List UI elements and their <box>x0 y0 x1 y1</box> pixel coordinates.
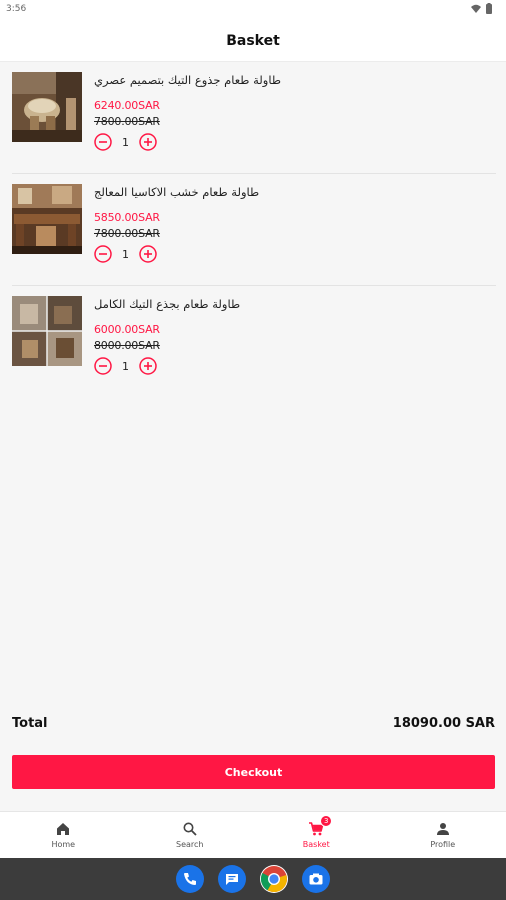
nav-label-home: Home <box>51 840 76 849</box>
product-image[interactable] <box>12 184 82 254</box>
product-name[interactable]: طاولة طعام بجذع التيك الكامل <box>94 297 240 311</box>
page-title: Basket <box>226 32 280 49</box>
total-label: Total <box>12 716 48 731</box>
camera-icon <box>309 873 323 885</box>
quantity-value: 1 <box>122 359 129 373</box>
bottom-nav: Home Search 3 Basket Profile <box>0 811 506 858</box>
minus-icon[interactable] <box>94 245 112 263</box>
product-name[interactable]: طاولة طعام جذوع التيك بتصميم عصري <box>94 73 281 87</box>
basket-item: طاولة طعام جذوع التيك بتصميم عصري 6240.0… <box>0 62 506 174</box>
quantity-value: 1 <box>122 135 129 149</box>
status-bar: 3:56 <box>0 0 506 20</box>
app-bar: Basket <box>0 20 506 62</box>
minus-icon[interactable] <box>94 133 112 151</box>
cart-count-badge: 3 <box>320 815 333 827</box>
product-image[interactable] <box>12 72 82 142</box>
basket-item-list: طاولة طعام جذوع التيك بتصميم عصري 6240.0… <box>0 62 506 398</box>
basket-item: طاولة طعام بجذع التيك الكامل 6000.00SAR … <box>0 286 506 398</box>
quantity-stepper: 1 <box>94 357 240 375</box>
item-info: طاولة طعام خشب الاكاسيا المعالج 5850.00S… <box>94 185 259 263</box>
home-icon <box>57 823 70 835</box>
plus-icon[interactable] <box>139 357 157 375</box>
search-icon <box>183 822 197 836</box>
minus-icon[interactable] <box>94 357 112 375</box>
nav-label-search: Search <box>176 840 204 849</box>
nav-label-basket: Basket <box>302 840 330 849</box>
person-icon <box>436 823 449 835</box>
battery-icon <box>486 3 492 14</box>
plus-icon[interactable] <box>139 245 157 263</box>
nav-item-search[interactable]: Search <box>127 812 254 858</box>
sale-price: 6000.00SAR <box>94 323 160 336</box>
quantity-value: 1 <box>122 247 129 261</box>
chrome-app[interactable] <box>260 865 288 893</box>
item-info: طاولة طعام بجذع التيك الكامل 6000.00SAR … <box>94 297 240 375</box>
status-icons <box>471 3 492 14</box>
product-image[interactable] <box>12 296 82 366</box>
phone-app[interactable] <box>176 865 204 893</box>
item-info: طاولة طعام جذوع التيك بتصميم عصري 6240.0… <box>94 73 281 151</box>
status-time: 3:56 <box>6 4 27 14</box>
messages-app[interactable] <box>218 865 246 893</box>
chrome-icon <box>260 866 287 893</box>
total-row: Total 18090.00 SAR <box>12 716 495 731</box>
sale-price: 6240.00SAR <box>94 99 160 112</box>
plus-icon[interactable] <box>139 133 157 151</box>
basket-item: طاولة طعام خشب الاكاسيا المعالج 5850.00S… <box>0 174 506 286</box>
checkout-button[interactable]: Checkout <box>12 755 495 789</box>
system-dock <box>0 858 506 900</box>
phone-icon <box>184 873 196 885</box>
sale-price: 5850.00SAR <box>94 211 160 224</box>
product-name[interactable]: طاولة طعام خشب الاكاسيا المعالج <box>94 185 259 199</box>
original-price: 8000.00SAR <box>94 339 160 352</box>
nav-item-basket[interactable]: 3 Basket <box>253 812 380 858</box>
nav-label-profile: Profile <box>430 840 456 849</box>
nav-item-profile[interactable]: Profile <box>380 812 506 858</box>
wifi-icon <box>471 4 481 13</box>
quantity-stepper: 1 <box>94 245 259 263</box>
total-value: 18090.00 SAR <box>392 716 495 731</box>
original-price: 7800.00SAR <box>94 227 160 240</box>
quantity-stepper: 1 <box>94 133 281 151</box>
camera-app[interactable] <box>302 865 330 893</box>
messages-icon <box>226 874 238 885</box>
nav-item-home[interactable]: Home <box>0 812 127 858</box>
original-price: 7800.00SAR <box>94 115 160 128</box>
